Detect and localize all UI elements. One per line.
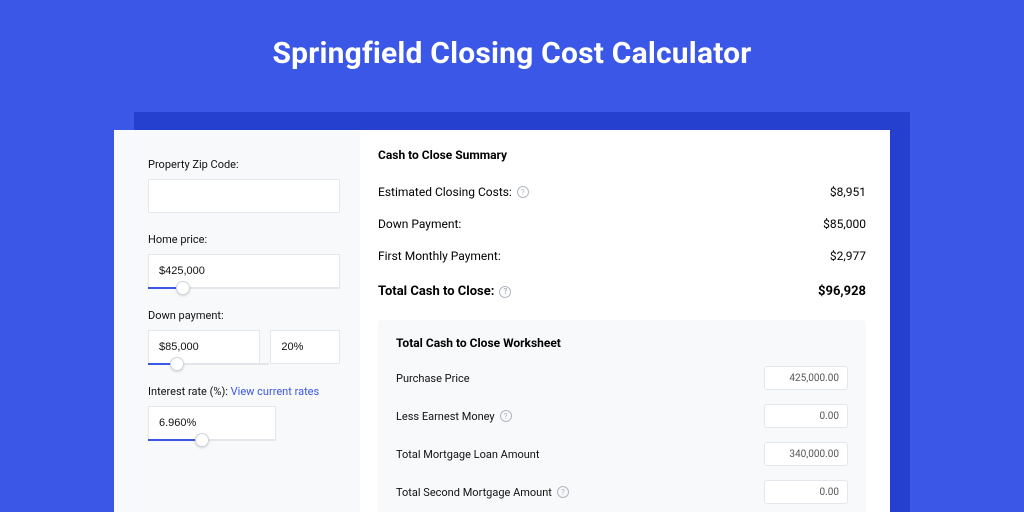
summary-row-value: $85,000: [823, 217, 866, 231]
down-payment-slider[interactable]: [148, 363, 269, 365]
summary-row-value: $8,951: [830, 185, 866, 199]
worksheet-row: Total Second Mortgage Amount ? 0.00: [396, 480, 848, 504]
rate-slider[interactable]: [148, 439, 276, 441]
worksheet-row-label: Total Second Mortgage Amount: [396, 486, 552, 499]
summary-total-label: Total Cash to Close:: [378, 284, 494, 299]
worksheet-row-label: Purchase Price: [396, 372, 470, 385]
summary-total-value: $96,928: [818, 284, 866, 299]
rate-label: Interest rate (%):: [148, 385, 228, 398]
home-price-group: Home price:: [148, 233, 340, 289]
down-payment-group: Down payment:: [148, 309, 340, 365]
rate-input[interactable]: [148, 406, 276, 440]
home-price-slider-thumb[interactable]: [176, 281, 190, 295]
rate-group: Interest rate (%): View current rates: [148, 385, 340, 441]
summary-row-label: Estimated Closing Costs:: [378, 185, 512, 199]
worksheet-row-value[interactable]: 0.00: [764, 480, 848, 504]
calculator-panel: Property Zip Code: Home price: Down paym…: [114, 130, 890, 512]
view-rates-link[interactable]: View current rates: [231, 385, 320, 398]
worksheet-row-value[interactable]: 425,000.00: [764, 366, 848, 390]
summary-row-label: Down Payment:: [378, 217, 461, 231]
worksheet-row: Total Mortgage Loan Amount 340,000.00: [396, 442, 848, 466]
summary-title: Cash to Close Summary: [378, 148, 866, 162]
summary-row: First Monthly Payment: $2,977: [378, 240, 866, 272]
worksheet-row-value[interactable]: 340,000.00: [764, 442, 848, 466]
help-icon[interactable]: ?: [517, 186, 529, 198]
page-title: Springfield Closing Cost Calculator: [0, 0, 1024, 89]
summary-row-label: First Monthly Payment:: [378, 249, 501, 263]
summary-row-value: $2,977: [830, 249, 866, 263]
inputs-column: Property Zip Code: Home price: Down paym…: [114, 130, 360, 512]
rate-label-row: Interest rate (%): View current rates: [148, 385, 340, 398]
summary-total-row: Total Cash to Close: ? $96,928: [378, 272, 866, 308]
help-icon[interactable]: ?: [557, 486, 569, 498]
down-payment-slider-thumb[interactable]: [170, 357, 184, 371]
worksheet-row: Purchase Price 425,000.00: [396, 366, 848, 390]
worksheet-row: Less Earnest Money ? 0.00: [396, 404, 848, 428]
zip-group: Property Zip Code:: [148, 158, 340, 213]
down-payment-label: Down payment:: [148, 309, 340, 322]
rate-slider-thumb[interactable]: [195, 433, 209, 447]
worksheet-row-label: Less Earnest Money: [396, 410, 495, 423]
help-icon[interactable]: ?: [499, 286, 511, 298]
down-payment-input[interactable]: [148, 330, 260, 364]
zip-label: Property Zip Code:: [148, 158, 340, 171]
help-icon[interactable]: ?: [500, 410, 512, 422]
worksheet: Total Cash to Close Worksheet Purchase P…: [378, 320, 866, 512]
down-payment-pct-input[interactable]: [270, 330, 340, 364]
summary-row: Estimated Closing Costs: ? $8,951: [378, 176, 866, 208]
home-price-label: Home price:: [148, 233, 340, 246]
rate-slider-fill: [148, 439, 202, 441]
worksheet-row-label: Total Mortgage Loan Amount: [396, 448, 539, 461]
zip-input[interactable]: [148, 179, 340, 213]
home-price-slider[interactable]: [148, 287, 340, 289]
results-column: Cash to Close Summary Estimated Closing …: [360, 130, 890, 512]
summary-row: Down Payment: $85,000: [378, 208, 866, 240]
worksheet-title: Total Cash to Close Worksheet: [396, 336, 848, 350]
worksheet-row-value[interactable]: 0.00: [764, 404, 848, 428]
